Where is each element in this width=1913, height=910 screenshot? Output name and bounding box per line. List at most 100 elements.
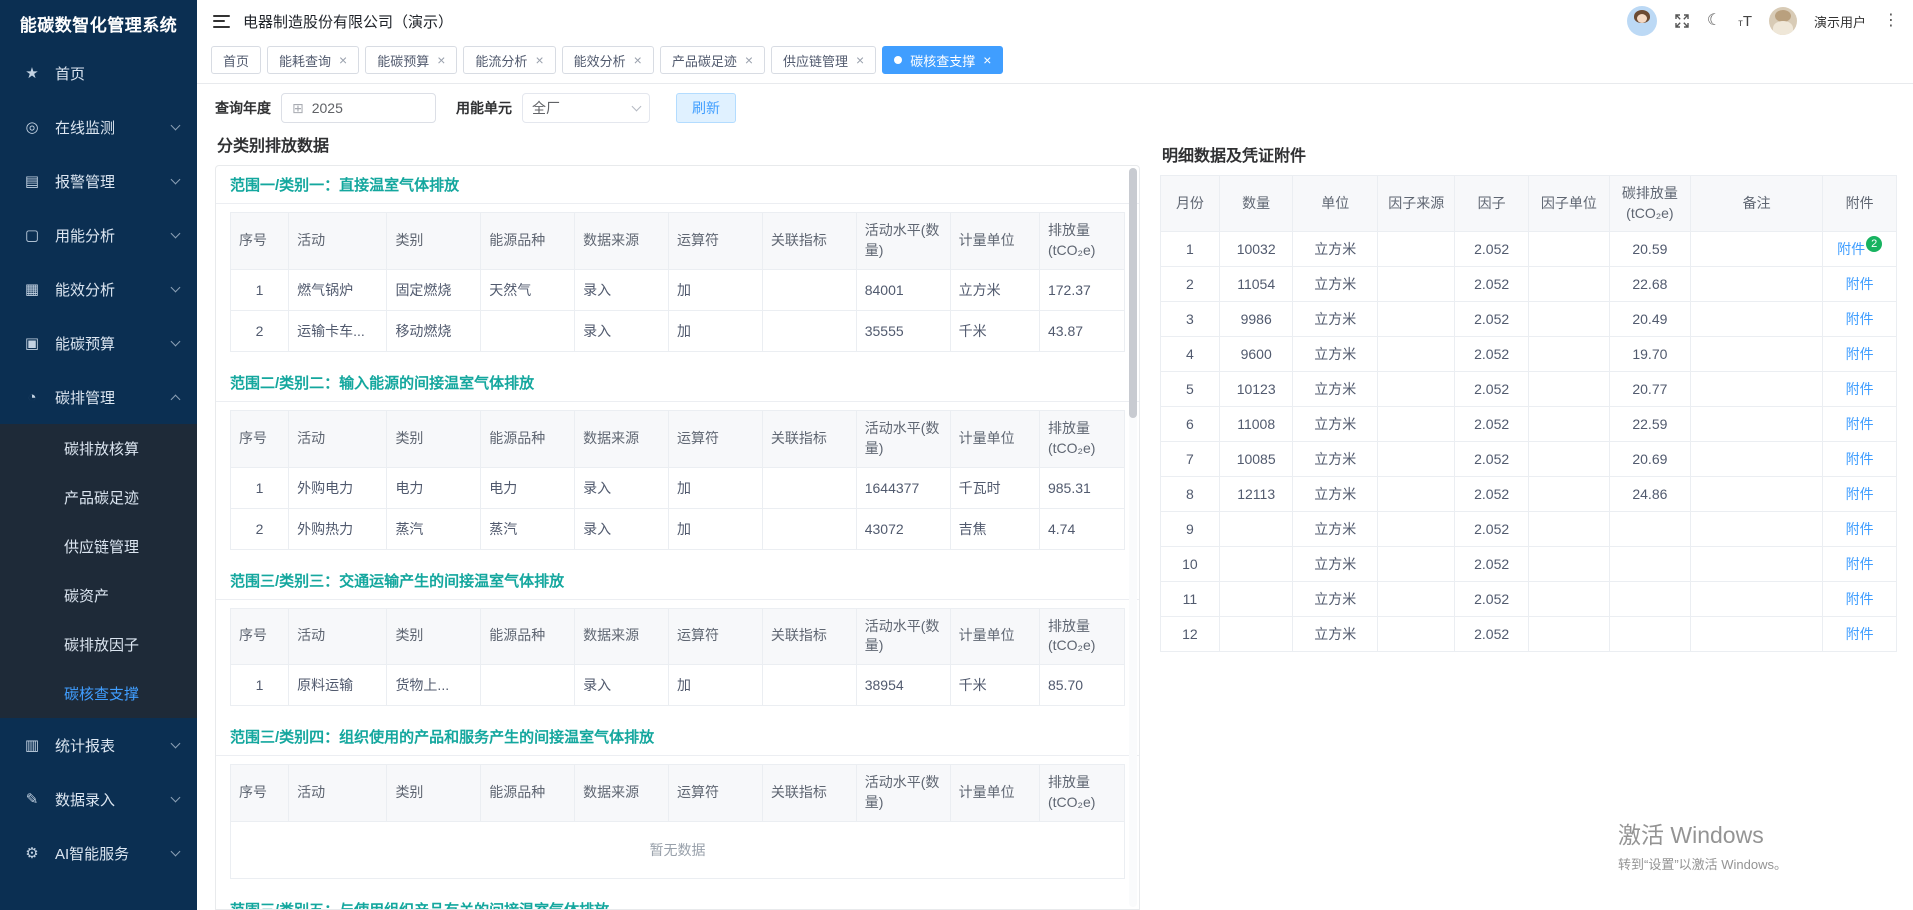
attachment-link[interactable]: 附件 bbox=[1846, 451, 1874, 467]
more-menu-icon[interactable]: ⋮ bbox=[1883, 13, 1899, 29]
tab-close-icon[interactable]: × bbox=[983, 53, 991, 67]
tab-6[interactable]: 供应链管理× bbox=[771, 46, 876, 74]
attachment-link[interactable]: 附件 bbox=[1846, 381, 1874, 397]
attachment-link[interactable]: 附件 bbox=[1846, 626, 1874, 642]
cell: 19.70 bbox=[1609, 337, 1690, 372]
detail-panel: 明细数据及凭证附件 月份数量单位因子来源因子因子单位碳排放量(tCO₂e)备注附… bbox=[1160, 128, 1897, 910]
tab-3[interactable]: 能流分析× bbox=[463, 46, 555, 74]
tab-7[interactable]: 碳核查支撑× bbox=[882, 46, 1003, 74]
tab-close-icon[interactable]: × bbox=[535, 53, 543, 67]
attachment-link[interactable]: 附件 bbox=[1846, 276, 1874, 292]
font-size-icon[interactable]: тT bbox=[1738, 13, 1752, 30]
font-size-big-glyph: T bbox=[1743, 13, 1752, 30]
sidebar-item-carbon-asset[interactable]: 碳资产 bbox=[0, 571, 197, 620]
attachment-link[interactable]: 附件 bbox=[1846, 591, 1874, 607]
attachment-link[interactable]: 附件 bbox=[1846, 346, 1874, 362]
column-header: 类别 bbox=[387, 608, 481, 665]
column-header: 关联指标 bbox=[762, 213, 856, 270]
year-picker-input[interactable]: ⊞ 2025 bbox=[281, 93, 436, 123]
sidebar-item-energy-analysis[interactable]: ▢用能分析 bbox=[0, 208, 197, 262]
sidebar-item-online-monitoring[interactable]: ◎在线监测 bbox=[0, 100, 197, 154]
tab-4[interactable]: 能效分析× bbox=[562, 46, 654, 74]
cell: 24.86 bbox=[1609, 477, 1690, 512]
sidebar-item-carbon-accounting[interactable]: 碳排放核算 bbox=[0, 424, 197, 473]
tab-close-icon[interactable]: × bbox=[437, 53, 445, 67]
sidebar: 能碳数智化管理系统 ★首页◎在线监测▤报警管理▢用能分析▦能效分析▣能碳预算◔碳… bbox=[0, 0, 197, 910]
tab-1[interactable]: 能耗查询× bbox=[267, 46, 359, 74]
report-icon: ▥ bbox=[22, 736, 42, 754]
cell bbox=[1528, 617, 1609, 652]
energy-unit-value: 全厂 bbox=[532, 98, 560, 118]
attachment-link[interactable]: 附件 bbox=[1846, 416, 1874, 432]
column-header: 附件 bbox=[1823, 176, 1897, 232]
sidebar-item-efficiency-analysis[interactable]: ▦能效分析 bbox=[0, 262, 197, 316]
cell bbox=[1609, 582, 1690, 617]
chevron-up-icon bbox=[171, 394, 181, 404]
cell: 立方米 bbox=[1293, 442, 1378, 477]
cell bbox=[1219, 617, 1293, 652]
tab-5[interactable]: 产品碳足迹× bbox=[660, 46, 765, 74]
cell bbox=[481, 665, 575, 706]
left-panel-scrollbar[interactable] bbox=[1129, 168, 1137, 907]
attachment-link[interactable]: 附件 bbox=[1846, 486, 1874, 502]
sidebar-item-verification-support[interactable]: 碳核查支撑 bbox=[0, 669, 197, 718]
tab-close-icon[interactable]: × bbox=[745, 53, 753, 67]
emission-header-row: 序号活动类别能源品种数据来源运算符关联指标活动水平(数量)计量单位排放量(tCO… bbox=[231, 213, 1125, 270]
cell: 12113 bbox=[1219, 477, 1293, 512]
sidebar-item-carbon-management[interactable]: ◔碳排管理 bbox=[0, 370, 197, 424]
column-header: 数据来源 bbox=[575, 765, 669, 822]
emission-section-1: 范围一/类别一：直接温室气体排放序号活动类别能源品种数据来源运算符关联指标活动水… bbox=[216, 166, 1139, 352]
assistant-avatar[interactable] bbox=[1627, 6, 1657, 36]
cell: 录入 bbox=[575, 269, 669, 310]
attachment-cell: 附件 bbox=[1823, 407, 1897, 442]
sidebar-item-product-footprint[interactable]: 产品碳足迹 bbox=[0, 473, 197, 522]
cell bbox=[1219, 547, 1293, 582]
sidebar-item-emission-factor[interactable]: 碳排放因子 bbox=[0, 620, 197, 669]
sidebar-item-home[interactable]: ★首页 bbox=[0, 46, 197, 100]
tab-close-icon[interactable]: × bbox=[856, 53, 864, 67]
fullscreen-icon[interactable] bbox=[1674, 13, 1690, 29]
sidebar-item-ai-service[interactable]: ⚙AI智能服务 bbox=[0, 826, 197, 880]
energy-unit-select[interactable]: 全厂 bbox=[522, 93, 650, 123]
tab-close-icon[interactable]: × bbox=[634, 53, 642, 67]
dark-mode-icon[interactable]: ☾ bbox=[1707, 13, 1721, 29]
sidebar-item-statistics-report[interactable]: ▥统计报表 bbox=[0, 718, 197, 772]
cell: 立方米 bbox=[1293, 617, 1378, 652]
collapse-menu-icon[interactable] bbox=[213, 15, 230, 28]
sidebar-item-alarm-management[interactable]: ▤报警管理 bbox=[0, 154, 197, 208]
sidebar-item-data-entry[interactable]: ✎数据录入 bbox=[0, 772, 197, 826]
emission-section-4: 范围三/类别四：组织使用的产品和服务产生的间接温室气体排放序号活动类别能源品种数… bbox=[216, 718, 1139, 879]
cell: 燃气锅炉 bbox=[289, 269, 387, 310]
sidebar-item-supply-chain[interactable]: 供应链管理 bbox=[0, 522, 197, 571]
attachment-link[interactable]: 附件 bbox=[1846, 311, 1874, 327]
user-avatar[interactable] bbox=[1769, 7, 1797, 35]
cell: 2.052 bbox=[1455, 407, 1529, 442]
table-row: 9立方米2.052附件 bbox=[1161, 512, 1897, 547]
left-panel-title: 分类别排放数据 bbox=[217, 132, 1140, 156]
user-name[interactable]: 演示用户 bbox=[1814, 12, 1866, 31]
tab-0[interactable]: 首页 bbox=[211, 46, 261, 74]
scrollbar-thumb[interactable] bbox=[1129, 168, 1137, 418]
cell: 22.59 bbox=[1609, 407, 1690, 442]
energy-icon: ▢ bbox=[22, 226, 42, 244]
attachment-link[interactable]: 附件 bbox=[1846, 556, 1874, 572]
right-panel-title: 明细数据及凭证附件 bbox=[1162, 142, 1897, 166]
tab-close-icon[interactable]: × bbox=[339, 53, 347, 67]
carbon-icon: ◔ bbox=[22, 389, 42, 406]
cell bbox=[1690, 302, 1822, 337]
cell: 千瓦时 bbox=[950, 467, 1039, 508]
attachment-link[interactable]: 附件 bbox=[1846, 521, 1874, 537]
cell bbox=[762, 269, 856, 310]
app-window: 能碳数智化管理系统 ★首页◎在线监测▤报警管理▢用能分析▦能效分析▣能碳预算◔碳… bbox=[0, 0, 1913, 910]
cell: 84001 bbox=[856, 269, 950, 310]
tab-2[interactable]: 能碳预算× bbox=[365, 46, 457, 74]
sidebar-item-carbon-budget[interactable]: ▣能碳预算 bbox=[0, 316, 197, 370]
column-header: 类别 bbox=[387, 765, 481, 822]
refresh-button[interactable]: 刷新 bbox=[676, 93, 736, 123]
column-header: 碳排放量(tCO₂e) bbox=[1609, 176, 1690, 232]
star-icon: ★ bbox=[22, 64, 42, 82]
attachment-link[interactable]: 附件 bbox=[1837, 241, 1865, 257]
cell: 外购电力 bbox=[289, 467, 387, 508]
cell: 1 bbox=[231, 467, 289, 508]
sidebar-subitem-label: 碳排放因子 bbox=[64, 634, 179, 655]
